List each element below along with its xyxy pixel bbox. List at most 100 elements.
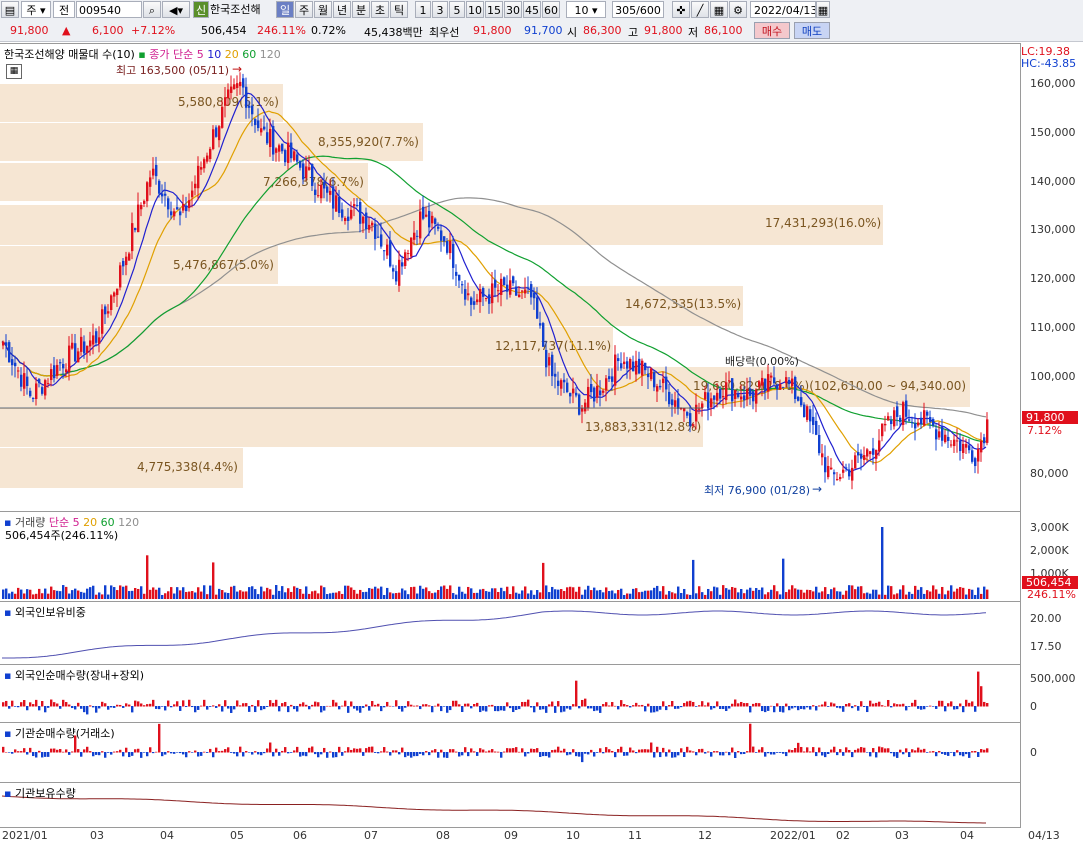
candle-body — [920, 417, 923, 425]
foreign-net-bar — [506, 702, 509, 707]
candle-body — [845, 467, 848, 469]
inst-net-bar — [62, 751, 65, 753]
inst-net-bar — [968, 752, 971, 758]
candle-body — [110, 295, 113, 310]
inst-net-bar — [785, 752, 788, 757]
volume-bar — [524, 586, 527, 599]
foreign-net-tick: 500,000 — [1030, 672, 1076, 685]
inst-net-bar — [443, 752, 446, 758]
foreign-net-bar — [986, 703, 989, 707]
volume-bar — [143, 593, 146, 599]
volume-bar — [86, 588, 89, 599]
foreign-net-bar — [320, 706, 323, 713]
candle-body — [182, 203, 185, 211]
candle-body — [86, 345, 89, 353]
inst-net-bar — [71, 751, 74, 753]
candle-body — [731, 378, 734, 402]
foreign-net-bar — [173, 704, 176, 707]
volume-bar — [440, 586, 443, 599]
foreign-net-bar — [335, 702, 338, 707]
candle-body — [53, 365, 56, 379]
candle-body — [836, 479, 839, 481]
volume-bar — [8, 593, 11, 599]
volume-bar — [371, 588, 374, 599]
inst-net-bar — [419, 752, 422, 754]
ma-period-5: 5 — [196, 48, 204, 61]
candle-body — [191, 190, 194, 198]
inst-net-bar — [767, 752, 770, 754]
volume-bar — [353, 589, 356, 599]
foreign-net-bar — [353, 706, 356, 709]
volume-bar — [425, 587, 428, 599]
candle-body — [257, 120, 260, 129]
volume-bar — [131, 590, 134, 599]
volume-bar — [515, 592, 518, 599]
volume-bar — [146, 555, 149, 599]
volume-bar — [191, 591, 194, 599]
inst-net-bar — [758, 749, 761, 753]
foreign-net-bar — [377, 703, 380, 707]
high-note: 최고 163,500 (05/11) — [116, 64, 230, 77]
volume-bar — [626, 593, 629, 599]
volume-bar — [491, 588, 494, 599]
foreign-net-bar — [467, 703, 470, 707]
volume-bar — [338, 591, 341, 599]
volume-bar — [773, 585, 776, 599]
volume-bar — [965, 594, 968, 599]
volume-bar — [308, 593, 311, 599]
vol-ma-120: 120 — [118, 516, 140, 529]
foreign-net-bar — [857, 706, 860, 711]
candle-body — [980, 440, 983, 453]
volume-bar — [431, 593, 434, 599]
candle-body — [32, 397, 35, 399]
candle-body — [812, 416, 815, 426]
x-axis-label: 2021/01 — [2, 829, 48, 842]
volume-bar — [359, 589, 362, 599]
candle-body — [569, 392, 572, 397]
foreign-net-bar — [665, 706, 668, 711]
foreign-net-bar — [452, 700, 455, 707]
volume-bar — [683, 588, 686, 599]
foreign-net-bar — [431, 706, 434, 713]
candle-body — [410, 237, 413, 257]
volume-bar — [152, 587, 155, 599]
foreign-net-bar — [794, 706, 797, 708]
inst-net-bar — [908, 752, 911, 758]
volume-bar — [704, 594, 707, 599]
inst-net-bar — [872, 748, 875, 753]
foreign-net-bar — [896, 704, 899, 707]
volume-bar — [437, 589, 440, 599]
foreign-net-bar — [344, 700, 347, 707]
inst-net-bar — [152, 752, 155, 754]
inst-net-bar — [329, 751, 332, 753]
inst-net-bar — [539, 752, 542, 757]
inst-net-bar — [647, 749, 650, 753]
candle-body — [89, 340, 92, 347]
candle-body — [149, 177, 152, 187]
candle-body — [359, 201, 362, 224]
volume-bar — [239, 590, 242, 599]
candle-body — [605, 378, 608, 391]
candle-body — [896, 406, 899, 417]
foreign-net-bar — [458, 704, 461, 707]
foreign-net-bar — [872, 703, 875, 707]
candle-body — [557, 380, 560, 386]
candle-body — [206, 155, 209, 162]
foreign-net-bar — [275, 699, 278, 707]
ma-period-20: 20 — [224, 48, 239, 61]
candle-body — [467, 293, 470, 296]
volume-bar — [380, 586, 383, 599]
candle-body — [536, 297, 539, 319]
volume-bar — [464, 593, 467, 599]
foreign-net-bar — [329, 705, 332, 707]
candle-body — [833, 472, 836, 475]
inst-net-bar — [962, 752, 965, 757]
candle-body — [713, 395, 716, 400]
volume-bar — [587, 585, 590, 599]
foreign-net-bar — [713, 706, 716, 709]
foreign-net-bar — [365, 704, 368, 707]
inst-net-bar — [656, 746, 659, 753]
volume-bar — [911, 593, 914, 599]
inst-net-bar — [725, 751, 728, 753]
table-toggle-icon[interactable]: ▦ — [6, 64, 22, 79]
